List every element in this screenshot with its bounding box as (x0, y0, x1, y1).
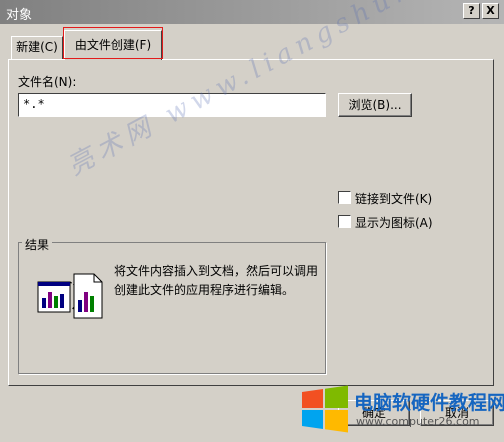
help-button[interactable]: ? (463, 3, 480, 19)
embed-file-icon (36, 272, 106, 326)
display-as-icon-checkbox[interactable] (338, 215, 351, 228)
windows-logo-icon (302, 385, 348, 433)
close-button[interactable]: X (482, 3, 499, 19)
tab-create-new[interactable]: 新建(C) (11, 36, 63, 59)
display-as-icon-label: 显示为图标(A) (355, 216, 433, 230)
link-to-file-checkbox[interactable] (338, 191, 351, 204)
tab-create-from-file[interactable]: 由文件创建(F) (64, 30, 162, 60)
result-description: 将文件内容插入到文档，然后可以调用创建此文件的应用程序进行编辑。 (114, 264, 319, 297)
tab-create-from-file-label: 由文件创建(F) (74, 38, 152, 52)
window-title: 对象 (6, 8, 33, 23)
title-bar: 对象 ? X (0, 0, 504, 24)
filename-input[interactable]: *.* (18, 93, 326, 117)
logo-text: 电脑软硬件教程网 (354, 392, 504, 414)
link-to-file-label: 链接到文件(K) (355, 192, 433, 206)
tab-create-new-label: 新建(C) (16, 40, 58, 54)
site-logo: 电脑软硬件教程网 www.computer26.com (300, 384, 504, 436)
result-group-title: 结果 (22, 236, 53, 253)
browse-button[interactable]: 浏览(B)... (338, 93, 412, 117)
filename-label: 文件名(N): (18, 75, 77, 89)
logo-url: www.computer26.com (356, 415, 480, 428)
